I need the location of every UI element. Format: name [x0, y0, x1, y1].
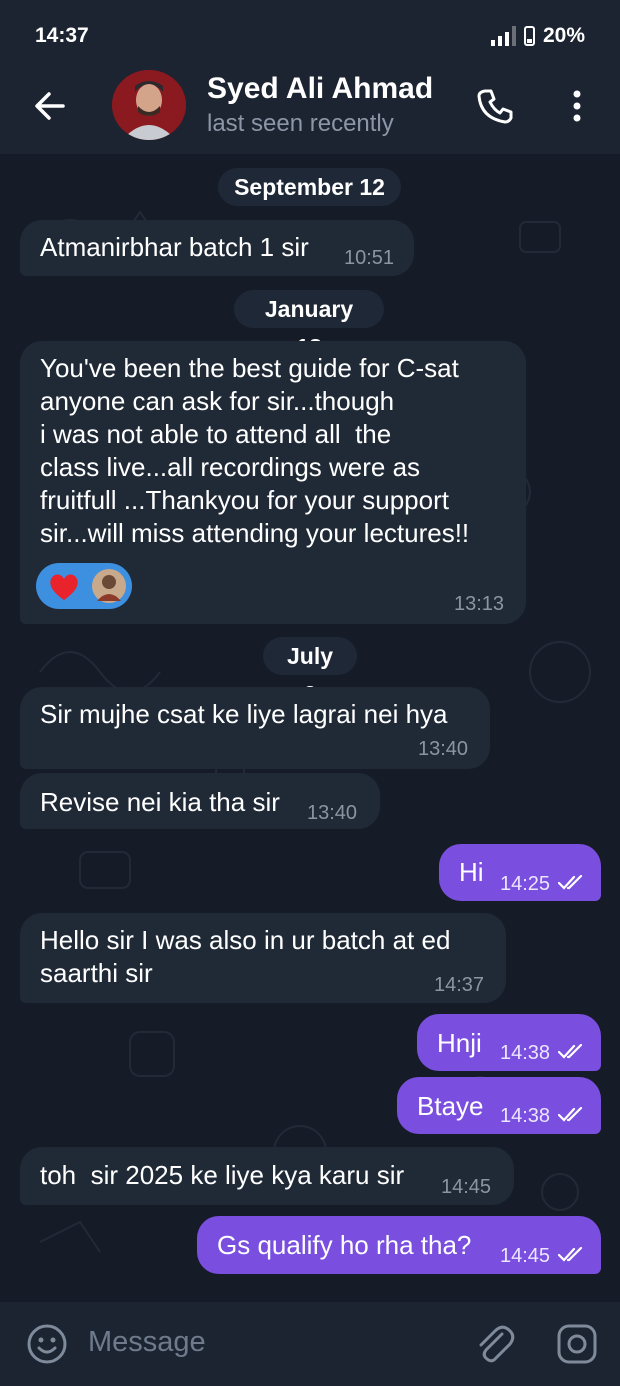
message-text: Hello sir I was also in ur batch at ed s… — [40, 925, 451, 988]
message-bubble-incoming[interactable]: You've been the best guide for C-sat any… — [20, 341, 526, 624]
message-bubble-outgoing[interactable]: Gs qualify ho rha tha? 14:45 — [197, 1216, 601, 1274]
message-time: 10:51 — [344, 247, 395, 269]
message-bubble-incoming[interactable]: Sir mujhe csat ke liye lagrai nei hya 13… — [20, 687, 490, 769]
message-time: 13:13 — [454, 593, 505, 615]
message-text: toh sir 2025 ke liye kya karu sir — [40, 1160, 405, 1190]
paperclip-icon[interactable] — [472, 1322, 516, 1366]
battery-icon — [523, 26, 535, 46]
message-text: Atmanirbhar batch 1 sir — [40, 232, 309, 262]
message-time: 13:40 — [418, 738, 469, 760]
message-time: 14:45 — [500, 1245, 551, 1267]
double-check-icon — [558, 1044, 583, 1059]
message-bubble-incoming[interactable]: Revise nei kia tha sir 13:40 — [20, 773, 380, 829]
message-bubble-outgoing[interactable]: Hnji 14:38 — [417, 1014, 601, 1071]
message-text: Gs qualify ho rha tha? — [217, 1230, 472, 1260]
battery-percent: 20% — [542, 24, 585, 47]
signal-icon — [490, 26, 516, 46]
heart-reaction-icon — [50, 574, 78, 600]
message-text: Hi — [459, 857, 484, 887]
double-check-icon — [558, 875, 583, 890]
emoji-icon[interactable] — [25, 1322, 69, 1366]
message-text: Hnji — [437, 1028, 482, 1058]
avatar[interactable] — [112, 70, 186, 140]
message-bubble-incoming[interactable]: Atmanirbhar batch 1 sir 10:51 — [20, 220, 414, 276]
message-time: 13:40 — [307, 802, 358, 824]
message-text: Sir mujhe csat ke liye lagrai nei hya — [40, 699, 448, 729]
chat-header: Syed Ali Ahmad last seen recently — [0, 70, 620, 154]
message-time: 14:25 — [500, 873, 551, 895]
more-vert-icon[interactable] — [562, 86, 592, 126]
message-bubble-outgoing[interactable]: Btaye 14:38 — [397, 1077, 601, 1134]
camera-icon[interactable] — [555, 1322, 599, 1366]
status-bar: 14:37 20% — [0, 0, 620, 70]
phone-icon[interactable] — [474, 86, 514, 126]
message-time: 14:38 — [500, 1105, 551, 1127]
message-input-bar: Message — [0, 1302, 620, 1386]
message-bubble-incoming[interactable]: Hello sir I was also in ur batch at ed s… — [20, 913, 506, 1003]
double-check-icon — [558, 1107, 583, 1122]
message-text: Btaye — [417, 1091, 484, 1121]
message-time: 14:45 — [441, 1176, 492, 1198]
reaction-chip[interactable] — [36, 563, 132, 609]
message-text: Revise nei kia tha sir — [40, 787, 280, 817]
message-bubble-outgoing[interactable]: Hi 14:25 — [439, 844, 601, 901]
message-text: You've been the best guide for C-sat any… — [40, 353, 470, 548]
message-time: 14:38 — [500, 1042, 551, 1064]
date-separator: July 2 — [263, 637, 357, 707]
message-time: 14:37 — [434, 974, 485, 996]
message-input[interactable]: Message — [88, 1326, 206, 1359]
status-time: 14:37 — [35, 24, 89, 47]
contact-name[interactable]: Syed Ali Ahmad — [207, 72, 433, 106]
double-check-icon — [558, 1247, 583, 1262]
date-separator: September 12 — [218, 168, 401, 206]
reactor-avatar — [92, 569, 126, 603]
back-arrow-icon[interactable] — [30, 86, 70, 126]
message-bubble-incoming[interactable]: toh sir 2025 ke liye kya karu sir 14:45 — [20, 1147, 514, 1205]
date-separator: January 18 — [234, 290, 384, 360]
contact-last-seen: last seen recently — [207, 110, 394, 137]
